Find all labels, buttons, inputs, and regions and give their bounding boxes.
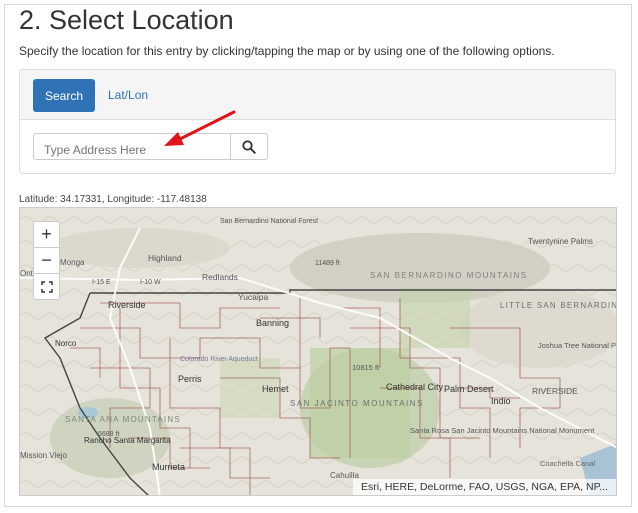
- map-label-elev1: 11489 ft: [315, 260, 340, 267]
- map-attribution: Esri, HERE, DeLorme, FAO, USGS, NGA, EPA…: [352, 479, 616, 495]
- coordinates-readout: Latitude: 34.17331, Longitude: -117.4813…: [19, 194, 207, 205]
- map-label-rancho: Rancho Santa Margarita: [84, 436, 171, 445]
- map-label-hemet: Hemet: [262, 384, 289, 394]
- map-label-twentynine: Twentynine Palms: [528, 237, 593, 246]
- map-label-santa-rosa: Santa Rosa San Jacinto Mountains Nationa…: [410, 426, 595, 435]
- map-label-joshua: Joshua Tree National Park: [538, 341, 617, 350]
- search-icon: [242, 139, 256, 154]
- map-label-redlands: Redlands: [202, 272, 238, 282]
- map-label-indio: Indio: [491, 396, 511, 406]
- map-park-area: [400, 288, 470, 348]
- map-label-santa-ana: SANTA ANA MOUNTAINS: [65, 415, 181, 424]
- annotation-arrow-icon: [164, 110, 236, 146]
- location-options-panel: Search Lat/Lon: [19, 69, 616, 174]
- map-label-i15e: I-15 E: [92, 279, 111, 286]
- map-label-mission-viejo: Mission Viejo: [20, 451, 68, 460]
- map-zoom-control: + −: [33, 221, 60, 300]
- map-label-coachella: Coachella Canal: [540, 459, 595, 468]
- map-label-riverside: Riverside: [108, 300, 146, 310]
- map-label-monga: Monga: [60, 258, 85, 267]
- map-label-norco: Norco: [55, 339, 77, 348]
- zoom-out-button[interactable]: −: [34, 248, 59, 274]
- page-title: 2. Select Location: [19, 5, 234, 35]
- map-label-sjm: SAN JACINTO MOUNTAINS: [290, 399, 424, 408]
- map-basemap: San Bernardino National Forest Highland …: [20, 208, 617, 495]
- fullscreen-icon: [40, 280, 53, 293]
- map-label-nf: San Bernardino National Forest: [220, 218, 318, 225]
- map-label-murrieta: Murrieta: [152, 462, 185, 472]
- zoom-in-button[interactable]: +: [34, 222, 59, 248]
- map-label-palm-desert: Palm Desert: [444, 384, 494, 394]
- map-label-banning: Banning: [256, 318, 289, 328]
- map-label-lsbm: LITTLE SAN BERNARDINO MOUNTAINS: [500, 301, 617, 310]
- map-label-highland: Highland: [148, 253, 182, 263]
- map-label-aqueduct: Colorado River Aqueduct: [180, 356, 258, 363]
- map-label-perris: Perris: [178, 374, 202, 384]
- map-label-i10w: I-10 W: [140, 279, 161, 286]
- tab-latlon[interactable]: Lat/Lon: [108, 88, 148, 102]
- map-label-elev2: 10815 ft: [352, 363, 380, 372]
- map-label-riverside-county: RIVERSIDE: [532, 386, 578, 396]
- map-label-sbm: SAN BERNARDINO MOUNTAINS: [370, 271, 528, 280]
- page-description: Specify the location for this entry by c…: [19, 44, 555, 58]
- tab-search[interactable]: Search: [33, 79, 95, 112]
- map-label-cathedral: Cathedral City: [386, 382, 444, 392]
- fullscreen-button[interactable]: [34, 274, 59, 299]
- location-map[interactable]: San Bernardino National Forest Highland …: [19, 207, 617, 496]
- panel-tabs: Search Lat/Lon: [20, 70, 615, 120]
- map-label-yucaipa: Yucaipa: [238, 292, 269, 302]
